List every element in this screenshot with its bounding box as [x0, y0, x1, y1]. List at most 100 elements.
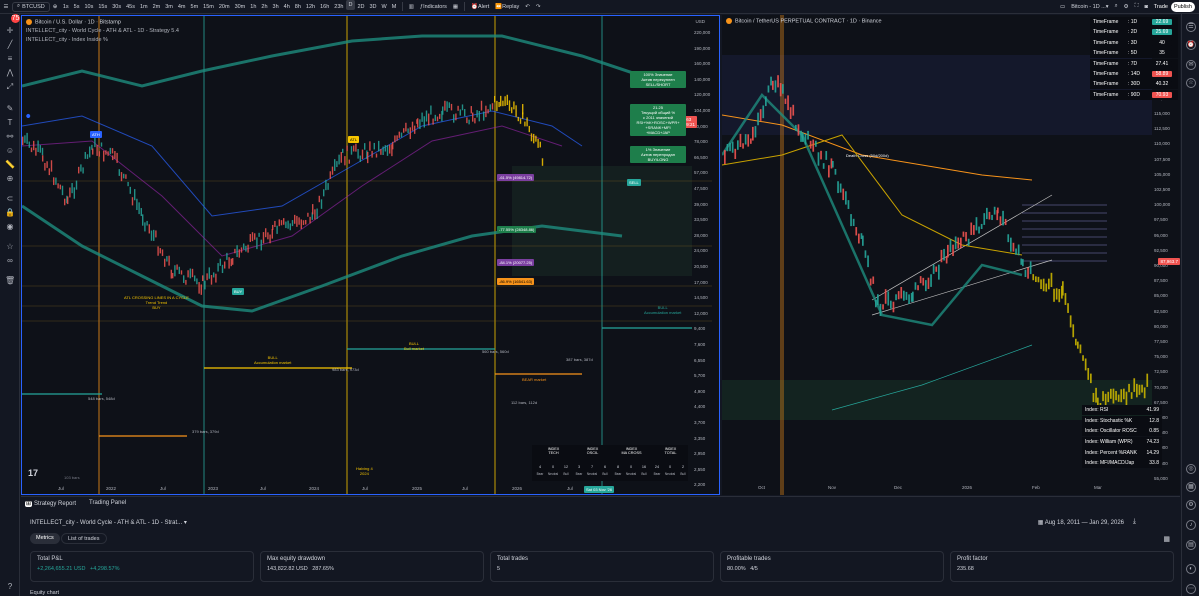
text-icon[interactable]: T: [5, 118, 15, 128]
atl-label-2: ATL: [348, 136, 360, 143]
timeframe-20m[interactable]: 20m: [216, 0, 232, 14]
undo-icon[interactable]: ↶: [522, 0, 533, 14]
timeframe-4m[interactable]: 4m: [175, 0, 188, 14]
symbol-search[interactable]: ⌕ BTCUSD: [12, 1, 50, 12]
ideas-icon[interactable]: ☆: [1186, 78, 1196, 88]
eye-icon[interactable]: ◉: [5, 222, 15, 232]
strategy-name[interactable]: INTELLECT_city - World Cycle - ATH & ATL…: [30, 519, 187, 526]
price-tick: 104,000: [694, 108, 711, 113]
timeframe-16h[interactable]: 16h: [318, 0, 332, 14]
right-chart-pane[interactable]: Bitcoin / TetherUS PERPETUAL CONTRACT · …: [722, 15, 1180, 495]
camera-icon[interactable]: ◙: [1141, 0, 1150, 14]
timeframe-23h[interactable]: 23h: [332, 0, 346, 14]
timeframe-8h[interactable]: 8h: [292, 0, 303, 14]
left-legend-strategy[interactable]: INTELLECT_city - World Cycle - ATH & ATL…: [26, 28, 179, 34]
timeframe-15m[interactable]: 15m: [201, 0, 217, 14]
download-icon[interactable]: ⤓: [1133, 518, 1136, 526]
timeframe-2D[interactable]: 2D: [355, 0, 367, 14]
candle: [289, 223, 291, 231]
brush-icon[interactable]: ✎: [5, 104, 15, 114]
trade-button[interactable]: Trade: [1151, 2, 1171, 12]
timeframe-1h[interactable]: 1h: [248, 0, 259, 14]
date-range[interactable]: ▦ Aug 18, 2011 — Jan 29, 2026: [1038, 519, 1124, 526]
menu-icon[interactable]: ☰: [0, 0, 12, 14]
link-icon[interactable]: ∞: [5, 256, 15, 266]
timeframe-12h[interactable]: 12h: [303, 0, 317, 14]
trendline-icon[interactable]: ╱: [5, 40, 15, 50]
pattern-icon[interactable]: ⋀: [5, 68, 15, 78]
layout-icon[interactable]: ▭: [1057, 0, 1068, 14]
replay-button[interactable]: ⏪ Replay: [492, 0, 522, 14]
candle: [724, 150, 726, 165]
candle: [1107, 391, 1110, 403]
left-legend-index[interactable]: INTELLECT_city - Index Inside %: [26, 37, 108, 43]
candle: [213, 272, 215, 278]
left-chart-canvas[interactable]: [22, 16, 719, 494]
timeframe-5s[interactable]: 5s: [71, 0, 82, 14]
chart-type-icon[interactable]: ▥: [406, 0, 417, 14]
candle: [185, 279, 187, 285]
add-symbol-icon[interactable]: ⊕: [50, 0, 61, 14]
timeframe-row: TimeFrame: 30D 40.32: [1090, 79, 1178, 90]
tab-trading-panel[interactable]: Trading Panel: [89, 500, 126, 506]
bell-icon[interactable]: ♪: [1186, 520, 1196, 530]
redo-icon[interactable]: ↷: [533, 0, 544, 14]
metrics-pill[interactable]: Metrics: [30, 533, 60, 544]
ruler-icon[interactable]: 📏: [5, 160, 15, 170]
magnet-icon[interactable]: ⊂: [5, 194, 15, 204]
timeframe-2m[interactable]: 2m: [150, 0, 163, 14]
timeframe-45s[interactable]: 45s: [124, 0, 138, 14]
timeframe-4h[interactable]: 4h: [281, 0, 292, 14]
trash-icon[interactable]: 🗑: [5, 276, 15, 286]
projection-icon[interactable]: ⤢: [5, 82, 15, 92]
tab-strategy-report[interactable]: ⊞ Strategy Report: [25, 500, 76, 507]
timeframe-5m[interactable]: 5m: [188, 0, 201, 14]
crosshair-icon[interactable]: ✛: [5, 26, 15, 36]
timeframe-10s[interactable]: 10s: [82, 0, 96, 14]
timeframe-3D[interactable]: 3D: [367, 0, 379, 14]
timeframe-1m[interactable]: 1m: [137, 0, 150, 14]
timeframe-W[interactable]: W: [379, 0, 389, 14]
more-icon[interactable]: ⋯: [1186, 584, 1196, 594]
gear-icon[interactable]: ⚙: [1186, 500, 1196, 510]
help-icon[interactable]: ?: [5, 582, 15, 592]
timeframe-3m[interactable]: 3m: [163, 0, 176, 14]
timeframe-M[interactable]: M: [389, 0, 399, 14]
chart-icon[interactable]: ▤: [1186, 540, 1196, 550]
timeframe-2h[interactable]: 2h: [259, 0, 270, 14]
settings-icon[interactable]: ⚙: [1121, 0, 1132, 14]
alerts-icon[interactable]: ⏰: [1186, 40, 1196, 50]
star-icon[interactable]: ☆: [5, 242, 15, 252]
candle: [757, 112, 759, 126]
left-chart-pane[interactable]: Bitcoin / U.S. Dollar · 1D · Bitstamp IN…: [21, 15, 720, 495]
fullscreen-icon[interactable]: ⛶: [1132, 0, 1142, 14]
target-icon[interactable]: ◎: [1186, 464, 1196, 474]
path-icon[interactable]: ⚯: [5, 132, 15, 142]
community-icon[interactable]: ◐: [1186, 564, 1196, 574]
grid-icon[interactable]: ▦: [1163, 535, 1170, 543]
right-symbol[interactable]: Bitcoin - 1D ... ▾: [1068, 0, 1111, 14]
timeframe-30m[interactable]: 30m: [232, 0, 248, 14]
lock-icon[interactable]: 🔒: [5, 208, 15, 218]
timeframe-D[interactable]: D: [345, 0, 355, 10]
timeframe-1s[interactable]: 1s: [60, 0, 71, 14]
chat-icon[interactable]: ✉: [1186, 60, 1196, 70]
band-line: [22, 34, 643, 88]
alert-button[interactable]: ⏰ Alert: [468, 0, 492, 14]
calendar-icon[interactable]: ▦: [1186, 482, 1196, 492]
timeframe-15s[interactable]: 15s: [96, 0, 110, 14]
search-icon[interactable]: ⌕: [1112, 0, 1121, 14]
templates-icon[interactable]: ▦: [450, 0, 461, 14]
emoji-icon[interactable]: ☺: [5, 146, 15, 156]
candle: [409, 127, 411, 139]
list-of-trades-pill[interactable]: List of trades: [61, 533, 107, 544]
fib-icon[interactable]: ≡: [5, 54, 15, 64]
indicators-button[interactable]: ƒ Indicators: [417, 0, 450, 14]
watchlist-icon[interactable]: ☰: [1186, 22, 1196, 32]
candle: [541, 158, 544, 166]
publish-button[interactable]: Publish: [1170, 1, 1195, 12]
candle: [470, 106, 472, 114]
zoom-icon[interactable]: ⊕: [5, 174, 15, 184]
timeframe-30s[interactable]: 30s: [110, 0, 124, 14]
timeframe-3h[interactable]: 3h: [270, 0, 281, 14]
